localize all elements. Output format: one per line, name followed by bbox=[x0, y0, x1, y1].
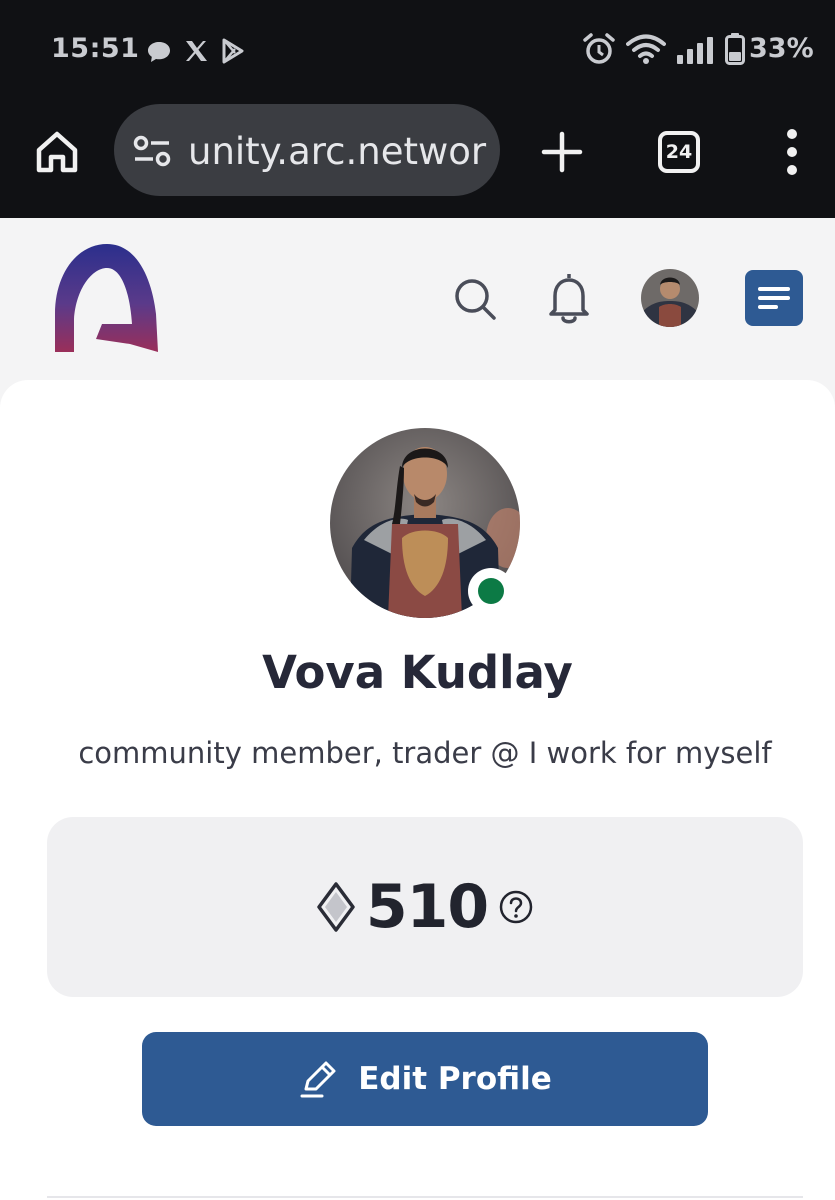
divider bbox=[47, 1196, 803, 1198]
arc-logo[interactable] bbox=[52, 244, 162, 354]
avatar-image bbox=[641, 269, 699, 327]
tab-count: 24 bbox=[665, 141, 693, 163]
bell-icon[interactable] bbox=[545, 270, 593, 326]
search-icon[interactable] bbox=[452, 276, 498, 322]
new-tab-icon[interactable] bbox=[541, 131, 583, 173]
browser-toolbar: unity.arc.network 24 bbox=[0, 100, 835, 218]
url-text[interactable]: unity.arc.network bbox=[188, 130, 488, 173]
pencil-icon bbox=[300, 1061, 336, 1098]
menu-button[interactable] bbox=[745, 270, 803, 326]
status-time: 15:51 bbox=[51, 33, 140, 64]
chat-bubble-icon bbox=[148, 42, 170, 62]
online-status-indicator bbox=[468, 568, 514, 614]
points-panel: 510 bbox=[47, 817, 803, 997]
site-header bbox=[0, 218, 835, 383]
diamond-points-icon bbox=[317, 882, 355, 932]
play-store-icon bbox=[222, 38, 244, 64]
site-settings-icon[interactable] bbox=[132, 134, 172, 168]
more-vert-icon[interactable] bbox=[782, 128, 802, 176]
wifi-icon bbox=[626, 34, 666, 64]
tab-switcher-button[interactable]: 24 bbox=[658, 131, 700, 173]
address-bar[interactable]: unity.arc.network bbox=[114, 104, 500, 196]
battery-icon bbox=[725, 33, 745, 65]
profile-bio: community member, trader @ I work for my… bbox=[78, 736, 772, 770]
user-avatar-small[interactable] bbox=[641, 269, 699, 327]
edit-profile-button[interactable]: Edit Profile bbox=[142, 1032, 708, 1126]
profile-name: Vova Kudlay bbox=[262, 646, 573, 699]
x-icon bbox=[186, 41, 207, 61]
edit-profile-label: Edit Profile bbox=[358, 1061, 552, 1097]
browser-chrome: 15:51 33% unity.arc.network 24 bbox=[0, 0, 835, 218]
battery-percent: 33% bbox=[749, 33, 814, 64]
profile-card: Vova Kudlay community member, trader @ I… bbox=[0, 380, 835, 1200]
help-icon[interactable] bbox=[498, 889, 534, 925]
status-bar: 15:51 33% bbox=[0, 0, 835, 100]
alarm-icon bbox=[583, 33, 615, 64]
menu-lines-icon bbox=[758, 287, 790, 309]
points-value: 510 bbox=[365, 872, 489, 942]
home-icon[interactable] bbox=[34, 129, 80, 175]
signal-icon bbox=[677, 37, 713, 64]
